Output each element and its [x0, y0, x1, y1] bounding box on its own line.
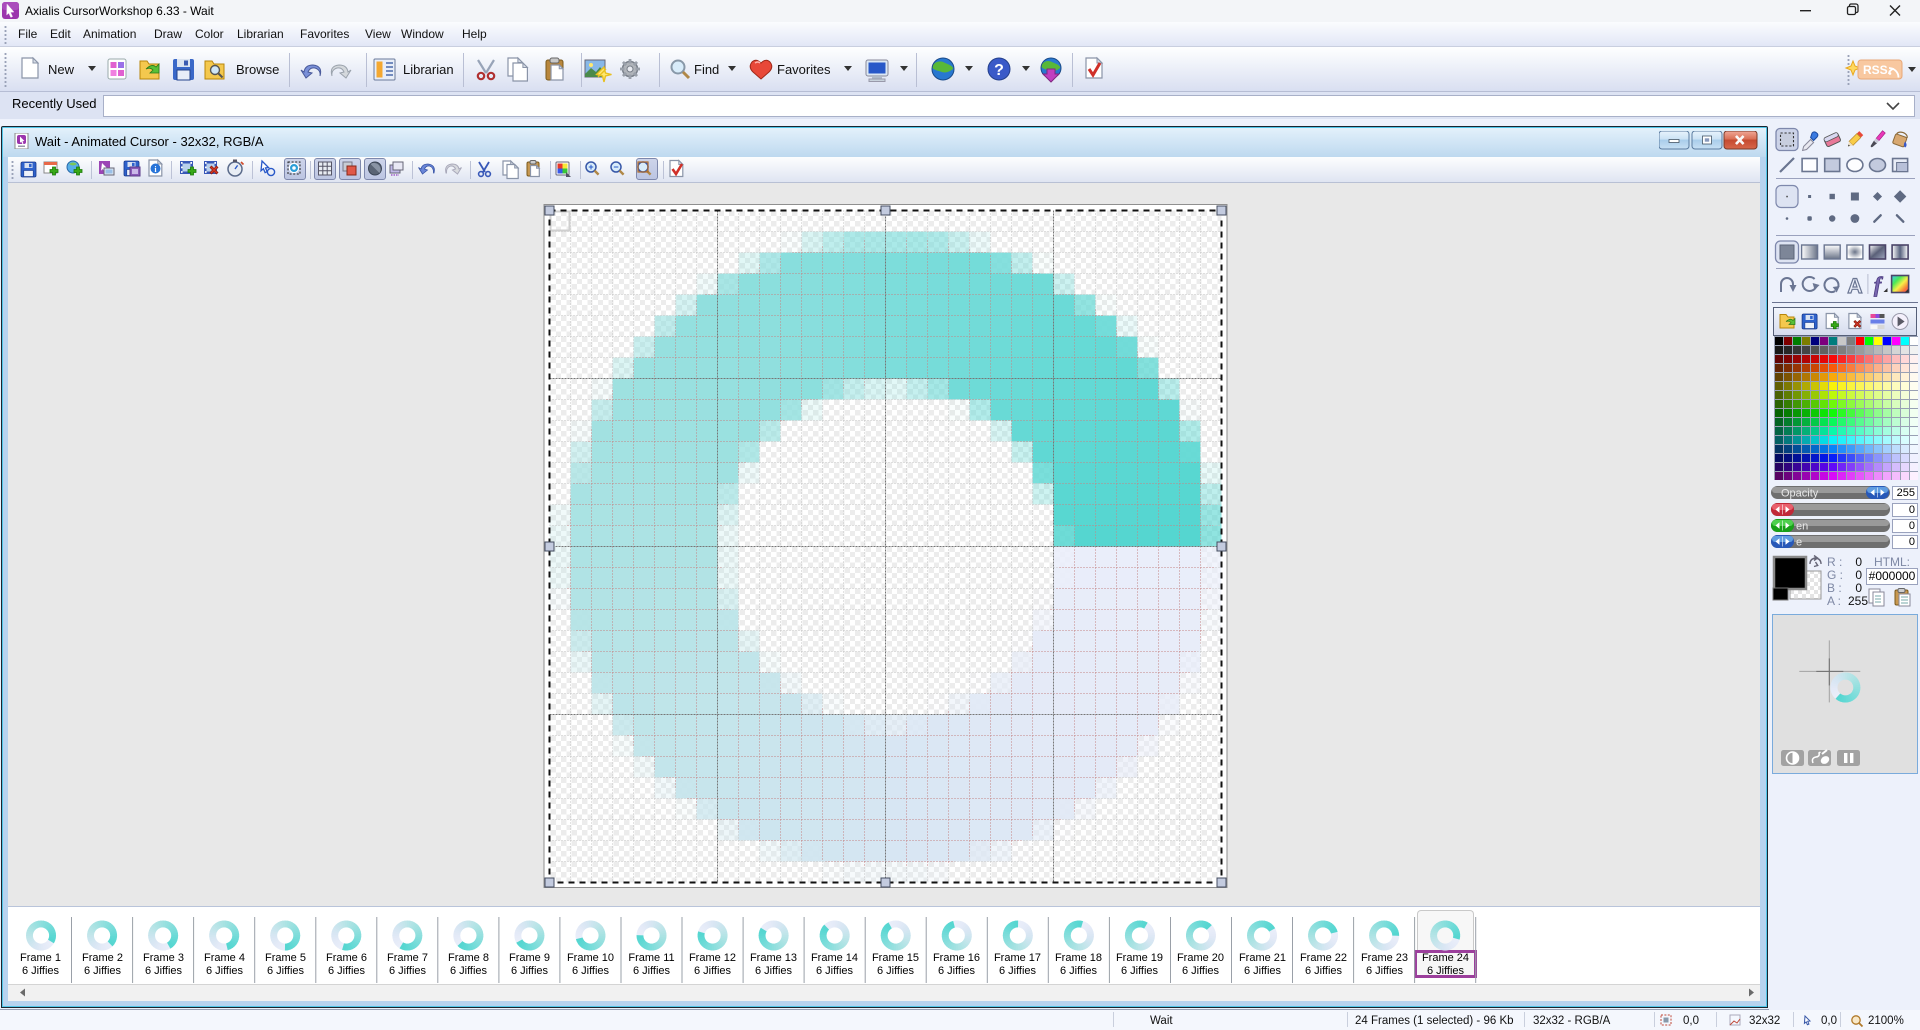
svg-text:HTML:: HTML:: [1874, 555, 1910, 569]
svg-text:B :: B :: [1827, 581, 1842, 595]
svg-text:R :: R :: [1827, 555, 1842, 569]
svg-text:G :: G :: [1827, 568, 1843, 582]
svg-text:A :: A :: [1827, 594, 1841, 608]
svg-text:0: 0: [1855, 568, 1862, 582]
svg-text:f: f: [1874, 272, 1884, 297]
svg-text:RSS: RSS: [1863, 63, 1888, 77]
svg-text:+: +: [588, 162, 593, 172]
svg-text:0: 0: [1855, 555, 1862, 569]
svg-text:−: −: [613, 162, 618, 172]
svg-text:Opacity: Opacity: [1781, 488, 1819, 500]
svg-text:e: e: [1796, 537, 1802, 549]
svg-text:en: en: [1796, 521, 1808, 533]
svg-text:A: A: [1847, 275, 1862, 298]
svg-text:255: 255: [1848, 594, 1868, 608]
svg-text:0: 0: [1855, 581, 1862, 595]
svg-text:?: ?: [994, 62, 1004, 79]
